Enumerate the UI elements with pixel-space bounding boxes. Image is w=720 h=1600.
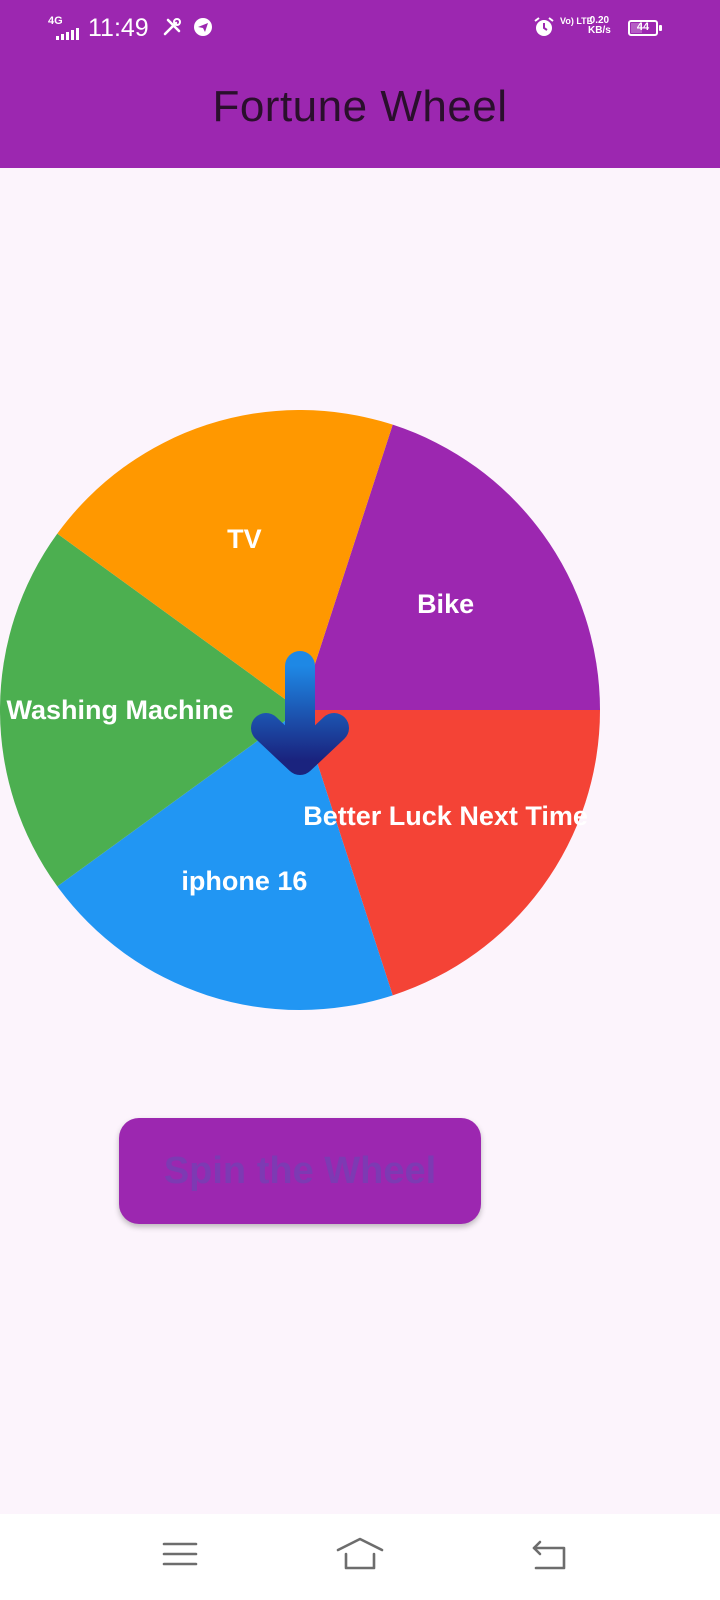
tools-icon	[163, 18, 181, 36]
system-nav-bar	[0, 1514, 720, 1600]
app-bar: Fortune Wheel	[0, 58, 720, 168]
network-speed: 0.20 KB/s	[588, 16, 611, 36]
menu-icon[interactable]	[162, 1536, 198, 1572]
alarm-icon	[534, 17, 554, 36]
wheel-label-better-luck-next-time: Better Luck Next Time	[303, 801, 588, 831]
battery-percent: 44	[636, 21, 650, 33]
network-type: 4G	[48, 15, 63, 27]
spin-button-label: Spin the Wheel	[163, 1149, 437, 1192]
battery-tip	[659, 25, 662, 31]
status-bar: 4G 11:49 Vo) LTE 0.20 KB/s 44	[0, 0, 720, 58]
signal-icon	[56, 28, 79, 40]
home-icon[interactable]	[336, 1536, 384, 1572]
spin-wheel-button[interactable]: Spin the Wheel	[119, 1118, 481, 1224]
telegram-icon	[194, 18, 212, 36]
wheel-label-iphone-16: iphone 16	[181, 866, 307, 896]
page-title: Fortune Wheel	[212, 82, 508, 131]
status-time: 11:49	[88, 14, 149, 42]
fortune-wheel[interactable]: Bike Better Luck Next Time iphone 16 Washin…	[0, 410, 720, 1020]
wheel-label-washing-machine: Washing Machine	[6, 695, 233, 725]
speed-unit: KB/s	[588, 25, 611, 36]
battery-icon: 44	[628, 20, 658, 36]
back-icon[interactable]	[530, 1536, 570, 1572]
wheel-label-tv: TV	[227, 524, 262, 554]
wheel-label-bike: Bike	[417, 589, 474, 619]
